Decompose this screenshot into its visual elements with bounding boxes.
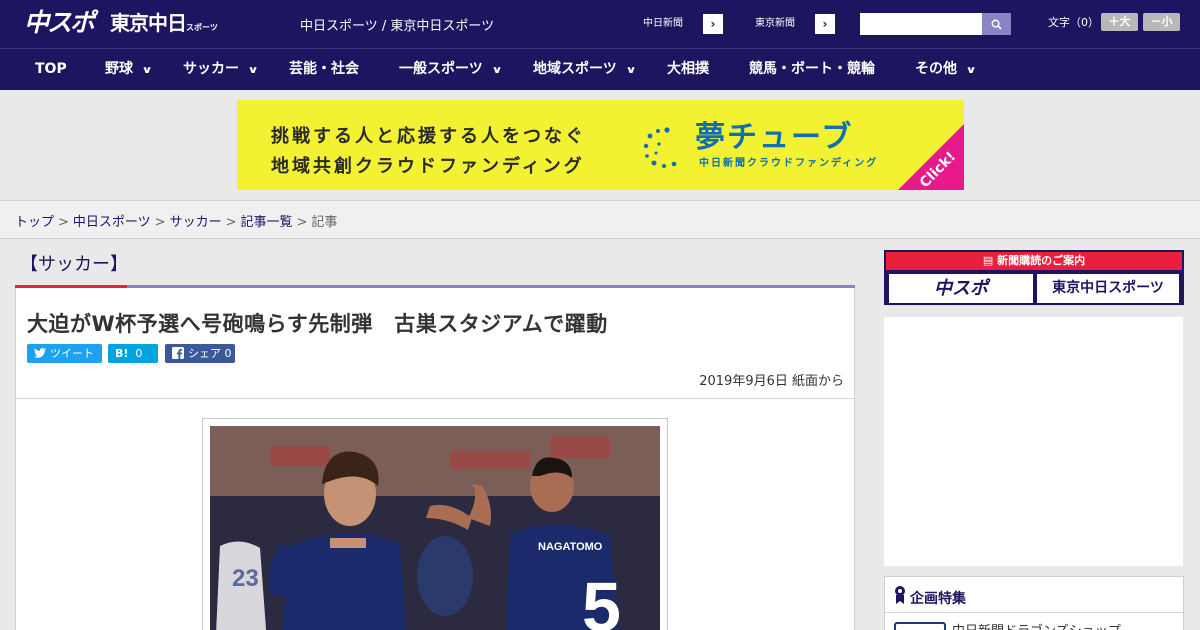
nav-item-sumo[interactable]: 大相撲	[667, 49, 709, 91]
nav-item-baseball[interactable]: 野球 ∨	[105, 49, 153, 91]
jersey-name-text: NAGATOMO	[538, 541, 603, 553]
chuspo-subscribe-logo[interactable]: 中スポ	[889, 274, 1033, 303]
article-photo-frame: 23 NAGATOMO 5	[202, 418, 668, 630]
nav-item-local-sports[interactable]: 地域スポーツ ∨	[533, 49, 637, 91]
breadcrumb: トップ > 中日スポーツ > サッカー > 記事一覧 > 記事	[15, 211, 337, 230]
nav-item-label: 地域スポーツ	[533, 61, 617, 77]
banner-line-1: 挑戦する人と応援する人をつなぐ	[271, 126, 586, 147]
facebook-share-label: シェア	[188, 347, 221, 360]
jersey-number-text: 5	[582, 568, 621, 630]
search-button[interactable]	[982, 13, 1011, 35]
nav-item-label: 競馬・ボート・競輪	[749, 61, 875, 77]
article-photo[interactable]: 23 NAGATOMO 5	[210, 426, 660, 630]
breadcrumb-separator: >	[296, 215, 308, 230]
chevron-right-icon: ›	[822, 17, 828, 31]
article-card: 大迫がW杯予選へ号砲鳴らす先制弾 古巣スタジアムで躍動 ツイート B! 0 シェ…	[15, 288, 855, 630]
breadcrumb-current: 記事	[311, 215, 338, 230]
chevron-down-icon: ∨	[965, 65, 977, 76]
chuspo-logo[interactable]: 中スポ	[24, 6, 95, 40]
search-icon	[991, 19, 1002, 30]
main-nav: TOP 野球 ∨ サッカー ∨ 芸能・社会 一般スポーツ ∨ 地域スポーツ ∨ 大相撲 …	[0, 48, 1200, 90]
player-number-text: 23	[232, 565, 259, 592]
twitter-icon	[34, 348, 46, 358]
font-size-label: 文字（0）	[1048, 16, 1099, 29]
tokyo-chunichi-logo[interactable]: 東京中日スポーツ	[110, 6, 218, 40]
subscription-box[interactable]: ▤ 新聞購読のご案内 中スポ 東京中日スポーツ	[884, 250, 1184, 305]
breadcrumb-separator: >	[58, 215, 69, 230]
hatena-icon: B!	[115, 347, 129, 360]
breadcrumb-bar: トップ > 中日スポーツ > サッカー > 記事一覧 > 記事	[0, 200, 1200, 239]
banner-brand-name: 夢チューブ	[695, 120, 854, 155]
facebook-share-button[interactable]: シェア 0	[165, 344, 235, 363]
tokyo-chunichi-logo-text: 東京中日	[110, 11, 187, 35]
nav-item-entertainment[interactable]: 芸能・社会	[289, 49, 359, 91]
banner-area: 挑戦する人と応援する人をつなぐ 地域共創クラウドファンディング 夢チューブ 中日…	[0, 90, 1200, 200]
search-input[interactable]	[860, 13, 982, 35]
chunichi-shimbun-link[interactable]: 中日新聞 ›	[622, 13, 724, 35]
site-tagline[interactable]: 中日スポーツ / 東京中日スポーツ	[300, 15, 494, 34]
tweet-label: ツイート	[50, 347, 94, 360]
tokyo-chunichi-logo-sub: スポーツ	[186, 23, 218, 32]
top-header: 中スポ 東京中日スポーツ 中日スポーツ / 東京中日スポーツ 中日新聞 › 東京…	[0, 0, 1200, 48]
ribbon-icon	[895, 586, 905, 604]
nav-item-other[interactable]: その他 ∨	[915, 49, 977, 91]
chevron-down-icon: ∨	[141, 65, 153, 76]
paper-link-label: 中日新聞	[623, 14, 703, 34]
article-title: 大迫がW杯予選へ号砲鳴らす先制弾 古巣スタジアムで躍動	[27, 312, 608, 336]
tokyo-shimbun-link[interactable]: 東京新聞 ›	[734, 13, 836, 35]
section-label[interactable]: 【サッカー】	[20, 250, 128, 276]
nav-item-label: 芸能・社会	[289, 61, 359, 77]
font-smaller-button[interactable]: －小	[1143, 13, 1180, 31]
photo-scene: 23 NAGATOMO 5	[210, 426, 660, 630]
nav-item-label: その他	[915, 61, 957, 77]
banner-brand-sub: 中日新聞クラウドファンディング	[699, 158, 879, 169]
breadcrumb-soccer[interactable]: サッカー	[170, 215, 222, 230]
feature-item-dragons-shop[interactable]: 中日新聞ドラゴンズショップ	[952, 620, 1121, 630]
nav-item-racing[interactable]: 競馬・ボート・競輪	[749, 49, 875, 91]
sidebar-ad-slot[interactable]	[884, 317, 1183, 566]
nav-item-top[interactable]: TOP	[35, 49, 67, 91]
yume-tube-banner[interactable]: 挑戦する人と応援する人をつなぐ 地域共創クラウドファンディング 夢チューブ 中日…	[237, 100, 964, 190]
nav-item-label: 野球	[105, 61, 133, 77]
feature-title: 企画特集	[910, 591, 966, 607]
chevron-down-icon: ∨	[247, 65, 259, 76]
breadcrumb-top[interactable]: トップ	[15, 215, 54, 230]
breadcrumb-separator: >	[154, 215, 166, 230]
breadcrumb-separator: >	[225, 215, 237, 230]
nav-item-soccer[interactable]: サッカー ∨	[183, 49, 259, 91]
font-larger-button[interactable]: ＋大	[1101, 13, 1138, 31]
dots-ring-icon	[643, 127, 677, 168]
newspaper-icon: ▤	[982, 254, 998, 267]
hatena-bookmark-button[interactable]: B! 0	[108, 344, 158, 363]
article-date: 2019年9月6日 紙面から	[699, 374, 844, 389]
feature-heading: 企画特集	[885, 577, 1183, 613]
nav-item-label: TOP	[35, 61, 67, 77]
banner-line-2: 地域共創クラウドファンディング	[271, 156, 585, 177]
subscription-heading-text: 新聞購読のご案内	[997, 254, 1086, 267]
facebook-icon	[172, 347, 184, 359]
tweet-button[interactable]: ツイート	[27, 344, 102, 363]
paper-link-label: 東京新聞	[735, 14, 815, 34]
article-divider	[16, 398, 854, 399]
nav-item-label: サッカー	[183, 61, 239, 77]
tokyo-chunichi-subscribe-logo[interactable]: 東京中日スポーツ	[1037, 274, 1179, 303]
breadcrumb-article-list[interactable]: 記事一覧	[241, 215, 293, 230]
nav-item-general-sports[interactable]: 一般スポーツ ∨	[399, 49, 503, 91]
nav-item-label: 一般スポーツ	[399, 61, 483, 77]
facebook-share-count: 0	[224, 347, 232, 360]
chevron-down-icon: ∨	[491, 65, 503, 76]
subscription-heading: ▤ 新聞購読のご案内	[886, 252, 1182, 270]
dragons-shop-thumbnail[interactable]	[894, 622, 946, 630]
feature-box: 企画特集 中日新聞ドラゴンズショップ	[884, 576, 1184, 630]
chevron-down-icon: ∨	[625, 65, 637, 76]
banner-brand: 夢チューブ 中日新聞クラウドファンディング	[695, 120, 879, 170]
breadcrumb-chunichi-sports[interactable]: 中日スポーツ	[73, 215, 151, 230]
chevron-right-icon: ›	[710, 17, 716, 31]
hatena-count: 0	[135, 347, 143, 360]
nav-item-label: 大相撲	[667, 61, 709, 77]
